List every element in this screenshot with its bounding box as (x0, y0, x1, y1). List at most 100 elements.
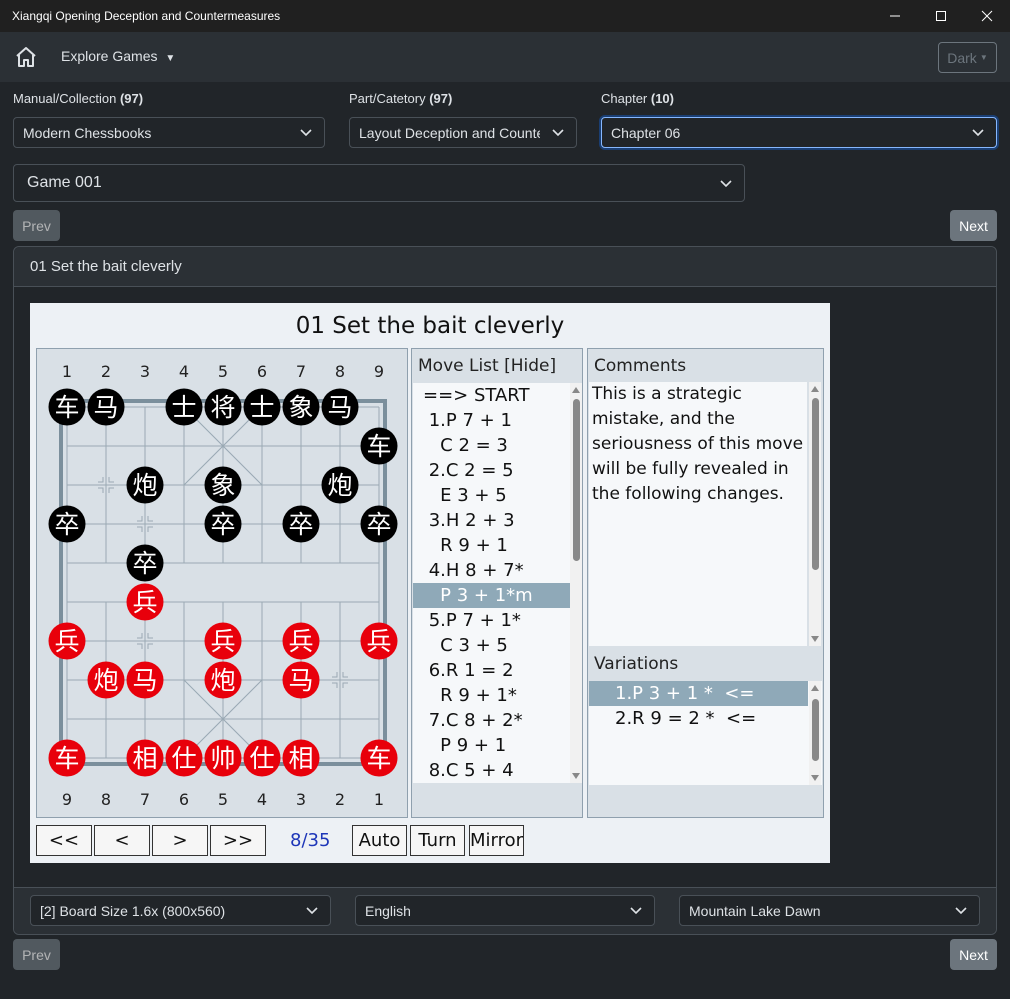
file-label-bottom: 9 (62, 790, 72, 809)
red-piece[interactable]: 炮 (204, 661, 242, 699)
black-piece[interactable]: 车 (48, 388, 86, 426)
red-piece[interactable]: 兵 (126, 583, 164, 621)
red-piece[interactable]: 帅 (204, 739, 242, 777)
variations-scrollbar[interactable] (809, 681, 821, 785)
move-item[interactable]: ==> START (413, 383, 571, 408)
move-item[interactable]: R 9 + 1 (413, 533, 571, 558)
black-piece[interactable]: 卒 (282, 505, 320, 543)
first-move-button[interactable]: << (36, 825, 92, 856)
scroll-thumb[interactable] (812, 398, 819, 570)
black-piece[interactable]: 象 (282, 388, 320, 426)
part-category-select[interactable]: Layout Deception and Counte (349, 117, 577, 148)
black-piece[interactable]: 将 (204, 388, 242, 426)
black-piece[interactable]: 卒 (126, 544, 164, 582)
mirror-board-button[interactable]: Mirror (469, 825, 524, 856)
next-button-bottom[interactable]: Next (950, 939, 997, 970)
board-size-select[interactable]: [2] Board Size 1.6x (800x560) (30, 895, 331, 926)
black-piece[interactable]: 车 (360, 427, 398, 465)
xiangqi-board[interactable]: 123456789987654321车马士将士象马车炮象炮卒卒卒卒卒兵兵兵兵兵炮… (36, 348, 408, 818)
move-item[interactable]: 1.P 7 + 1 (413, 408, 571, 433)
black-piece[interactable]: 卒 (360, 505, 398, 543)
theme-dropdown-button[interactable]: Dark ▼ (938, 42, 997, 73)
scroll-down-icon[interactable] (811, 775, 819, 781)
move-item[interactable]: 7.C 8 + 2* (413, 708, 571, 733)
red-piece[interactable]: 兵 (360, 622, 398, 660)
move-item[interactable]: C 3 + 5 (413, 633, 571, 658)
scroll-down-icon[interactable] (572, 773, 580, 779)
next-button-top[interactable]: Next (950, 210, 997, 241)
scroll-thumb[interactable] (812, 699, 819, 761)
last-move-button[interactable]: >> (210, 825, 266, 856)
close-icon[interactable] (964, 0, 1010, 32)
scroll-up-icon[interactable] (811, 685, 819, 691)
scroll-up-icon[interactable] (572, 387, 580, 393)
move-item[interactable]: C 2 = 3 (413, 433, 571, 458)
move-item[interactable]: R 9 + 1* (413, 683, 571, 708)
black-piece[interactable]: 士 (165, 388, 203, 426)
move-item[interactable]: 4.H 8 + 7* (413, 558, 571, 583)
variation-item[interactable]: 2.R 9 = 2 * <= (589, 706, 822, 731)
manual-select-value: Modern Chessbooks (23, 124, 152, 141)
chapter-select[interactable]: Chapter 06 (601, 117, 997, 148)
piece-glyph: 车 (54, 744, 79, 773)
move-item[interactable]: 2.C 2 = 5 (413, 458, 571, 483)
red-piece[interactable]: 车 (360, 739, 398, 777)
board-canvas[interactable]: 1 2 3 4 5 6 7 8 99 8 7 6 5 4 3 2 1车马士将士象马车炮象炮卒卒卒卒卒兵兵兵兵兵炮… (37, 349, 407, 817)
move-item[interactable]: 5.P 7 + 1* (413, 608, 571, 633)
part-select-value: Layout Deception and Counte (359, 124, 540, 141)
comments-scrollbar[interactable] (809, 382, 821, 646)
red-piece[interactable]: 马 (282, 661, 320, 699)
red-piece[interactable]: 仕 (243, 739, 281, 777)
red-piece[interactable]: 马 (126, 661, 164, 699)
black-piece[interactable]: 卒 (204, 505, 242, 543)
black-piece[interactable]: 炮 (126, 466, 164, 504)
move-item[interactable]: E 3 + 5 (413, 483, 571, 508)
scroll-down-icon[interactable] (811, 636, 819, 642)
black-piece[interactable]: 士 (243, 388, 281, 426)
manual-collection-select[interactable]: Modern Chessbooks (13, 117, 325, 148)
red-piece[interactable]: 兵 (282, 622, 320, 660)
black-piece[interactable]: 卒 (48, 505, 86, 543)
board-theme-select[interactable]: Mountain Lake Dawn (679, 895, 980, 926)
language-select[interactable]: English (355, 895, 655, 926)
scroll-thumb[interactable] (573, 399, 580, 561)
top-navbar: Explore Games ▼ Dark ▼ (0, 32, 1010, 82)
red-piece[interactable]: 相 (126, 739, 164, 777)
manual-collection-label: Manual/Collection (97) (13, 91, 143, 106)
position-marker (147, 633, 153, 639)
explore-games-menu[interactable]: Explore Games ▼ (61, 48, 175, 64)
red-piece[interactable]: 仕 (165, 739, 203, 777)
home-icon[interactable] (14, 45, 38, 69)
move-item[interactable]: 8.C 5 + 4 (413, 758, 571, 783)
black-piece[interactable]: 马 (87, 388, 125, 426)
red-piece[interactable]: 兵 (204, 622, 242, 660)
prev-button-top[interactable]: Prev (13, 210, 60, 241)
black-piece[interactable]: 马 (321, 388, 359, 426)
move-item[interactable]: P 3 + 1*m (413, 583, 571, 608)
red-piece[interactable]: 炮 (87, 661, 125, 699)
prev-button-bottom[interactable]: Prev (13, 939, 60, 970)
black-piece[interactable]: 象 (204, 466, 242, 504)
red-piece[interactable]: 车 (48, 739, 86, 777)
red-piece[interactable]: 相 (282, 739, 320, 777)
next-move-button[interactable]: > (152, 825, 208, 856)
manual-label-text: Manual/Collection (13, 91, 117, 106)
file-label-bottom: 3 (296, 790, 306, 809)
maximize-icon[interactable] (918, 0, 964, 32)
turn-board-button[interactable]: Turn (410, 825, 465, 856)
piece-glyph: 兵 (54, 627, 79, 656)
move-list-title[interactable]: Move List [Hide] (412, 349, 582, 382)
variation-item[interactable]: 1.P 3 + 1 * <= (589, 681, 808, 706)
prev-move-button[interactable]: < (94, 825, 150, 856)
move-item[interactable]: 6.R 1 = 2 (413, 658, 571, 683)
move-list-scrollbar[interactable] (570, 383, 582, 783)
auto-play-button[interactable]: Auto (352, 825, 407, 856)
game-select[interactable]: Game 001 (13, 164, 745, 202)
scroll-up-icon[interactable] (811, 386, 819, 392)
red-piece[interactable]: 兵 (48, 622, 86, 660)
chevron-down-icon (306, 907, 318, 915)
move-item[interactable]: P 9 + 1 (413, 733, 571, 758)
black-piece[interactable]: 炮 (321, 466, 359, 504)
move-item[interactable]: 3.H 2 + 3 (413, 508, 571, 533)
minimize-icon[interactable] (872, 0, 918, 32)
